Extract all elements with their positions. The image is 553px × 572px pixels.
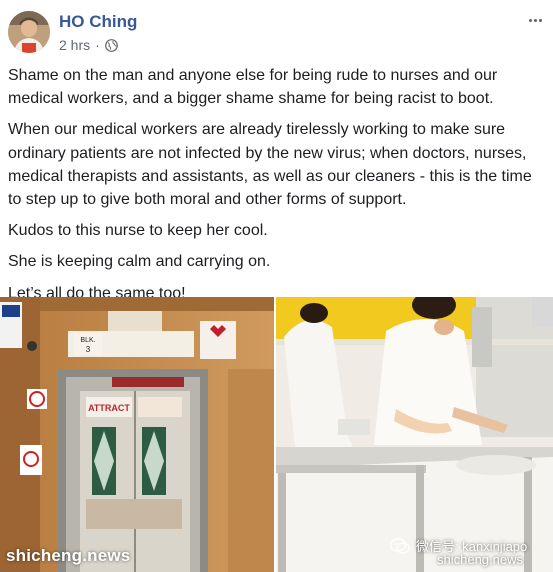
author-name[interactable]: HO Ching (59, 12, 137, 32)
blk-label: BLK. (80, 337, 95, 344)
globe-icon[interactable] (104, 38, 118, 52)
watermark-right: shicheng.news (437, 552, 523, 567)
watermark-left: shicheng.news (6, 546, 131, 565)
post-timestamp[interactable]: 2 hrs (59, 37, 90, 53)
nurses-photo[interactable] (276, 297, 553, 572)
post-paragraph: She is keeping calm and carrying on. (8, 253, 271, 271)
post-images: ATTRACT BLK. 3 (0, 297, 553, 572)
more-options-icon[interactable] (523, 10, 547, 30)
post-paragraph: Kudos to this nurse to keep her cool. (8, 222, 268, 240)
lift-lobby-photo[interactable]: ATTRACT BLK. 3 (0, 297, 274, 572)
wechat-icon (389, 537, 410, 554)
post-body: Shame on the man and anyone else for bei… (8, 64, 548, 313)
post-paragraph: When our medical workers are already tir… (8, 121, 532, 209)
attract-sign: ATTRACT (88, 403, 130, 413)
author-avatar[interactable] (8, 11, 50, 53)
post-meta: 2 hrs · (59, 37, 118, 53)
post-paragraph: Shame on the man and anyone else for bei… (8, 67, 498, 108)
meta-separator: · (95, 37, 100, 53)
blk-number: 3 (86, 345, 91, 354)
facebook-post: HO Ching 2 hrs · Shame on the man and an… (0, 0, 553, 572)
